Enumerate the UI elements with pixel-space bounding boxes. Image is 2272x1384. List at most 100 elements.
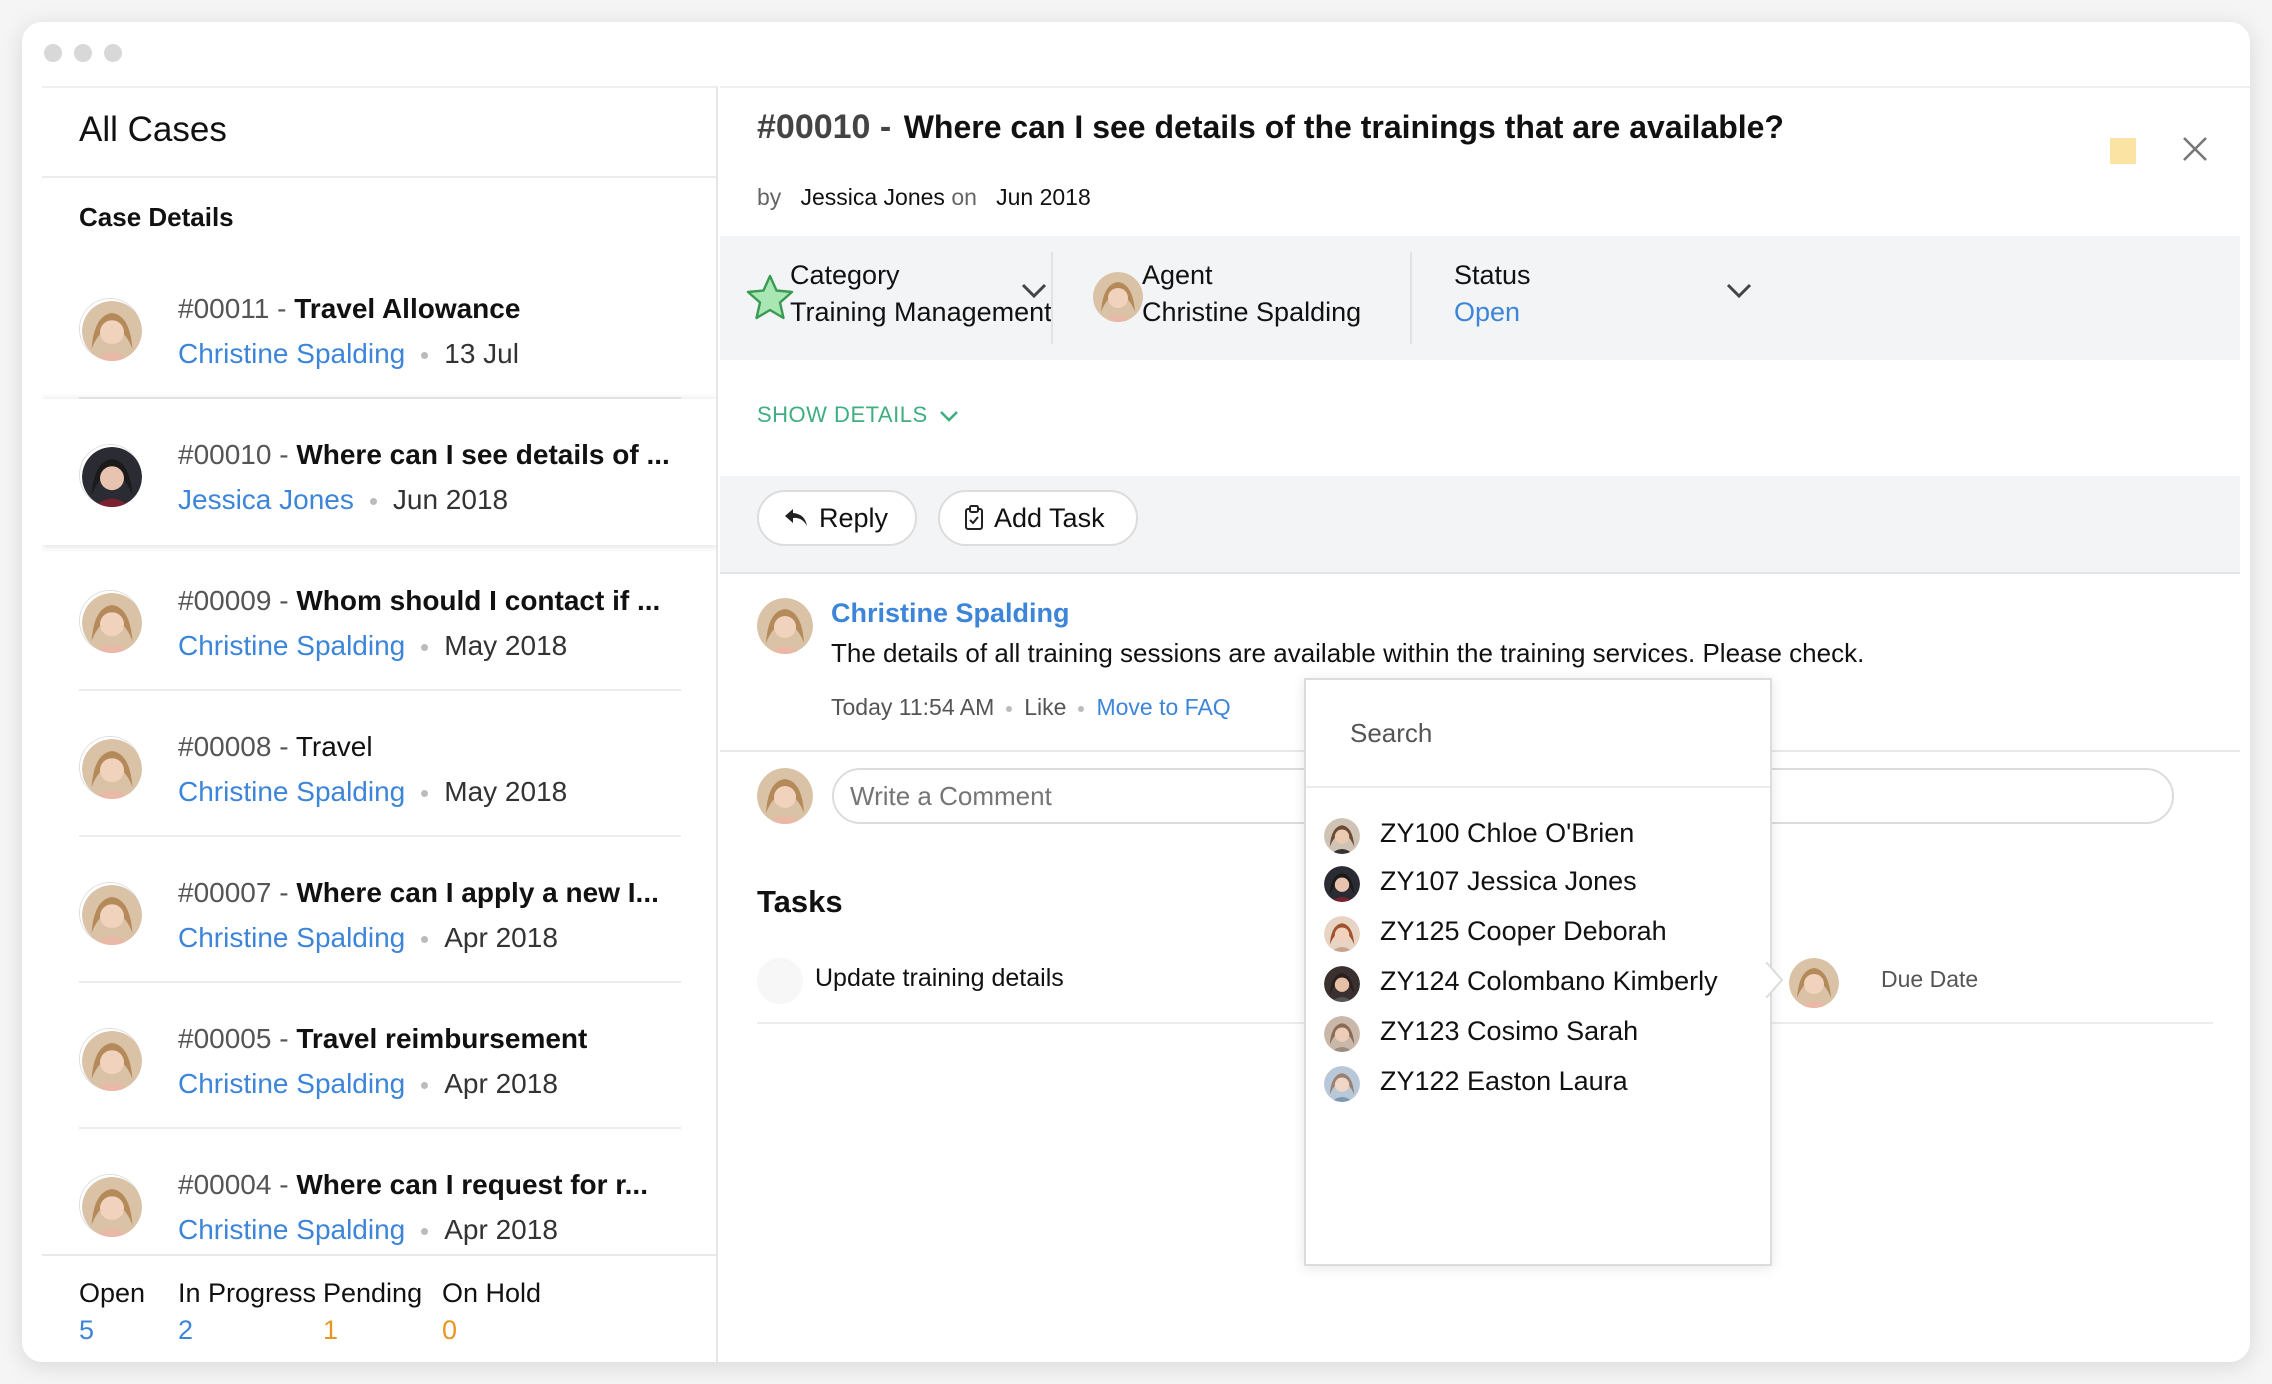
on-label: on bbox=[951, 184, 977, 210]
case-separator: - bbox=[279, 585, 289, 616]
case-agent[interactable]: Jessica Jones bbox=[178, 484, 354, 515]
case-subject: Where can I apply a new I... bbox=[296, 877, 659, 908]
agent-label: Agent bbox=[1142, 260, 1213, 290]
case-number: #00009 bbox=[178, 585, 272, 616]
bullet bbox=[421, 936, 429, 944]
status-value: Open bbox=[1454, 297, 1521, 327]
dropdown-item[interactable]: ZY124 Colombano Kimberly bbox=[1324, 958, 1754, 1008]
action-bar: Reply Add Task bbox=[720, 476, 2240, 574]
divider bbox=[1410, 252, 1412, 344]
task-due-date[interactable]: Due Date bbox=[1881, 966, 1978, 993]
status-open[interactable]: Open 5 bbox=[79, 1278, 145, 1346]
avatar-image bbox=[1324, 818, 1360, 854]
like-link[interactable]: Like bbox=[1024, 694, 1066, 720]
avatar-image bbox=[1324, 916, 1360, 952]
avatar bbox=[80, 1029, 142, 1091]
case-number: #00008 bbox=[178, 731, 272, 762]
case-item[interactable]: #00009 - Whom should I contact if ... Ch… bbox=[42, 545, 716, 691]
dropdown-search[interactable]: Search bbox=[1306, 680, 1770, 788]
case-number: #00007 bbox=[178, 877, 272, 908]
avatar-image bbox=[82, 593, 142, 653]
case-title: #00007 - Where can I apply a new I... bbox=[178, 877, 659, 909]
case-date: 13 Jul bbox=[444, 338, 519, 369]
task-checkbox[interactable] bbox=[757, 958, 803, 1004]
case-meta: Christine Spalding 13 Jul bbox=[178, 338, 519, 370]
show-details-toggle[interactable]: SHOW DETAILS bbox=[757, 402, 960, 428]
case-separator: - bbox=[279, 1023, 289, 1054]
case-agent[interactable]: Christine Spalding bbox=[178, 338, 405, 369]
dropdown-item[interactable]: ZY122 Easton Laura bbox=[1324, 1058, 1754, 1108]
status-in-progress[interactable]: In Progress 2 bbox=[178, 1278, 316, 1346]
case-item[interactable]: #00005 - Travel reimbursement Christine … bbox=[42, 983, 716, 1129]
search-placeholder: Search bbox=[1350, 718, 1433, 748]
case-meta: Christine Spalding Apr 2018 bbox=[178, 1068, 558, 1100]
case-date: Jun 2018 bbox=[392, 484, 509, 515]
case-agent[interactable]: Christine Spalding bbox=[178, 922, 405, 953]
avatar-image bbox=[82, 1031, 142, 1091]
case-agent[interactable]: Christine Spalding bbox=[178, 630, 405, 661]
status-on-hold[interactable]: On Hold 0 bbox=[442, 1278, 541, 1346]
category-label: Category bbox=[790, 260, 900, 290]
avatar bbox=[1324, 916, 1360, 952]
window-minimize-dot[interactable] bbox=[74, 44, 92, 62]
properties-bar: Category Training Management Agent Chris… bbox=[720, 236, 2240, 360]
divider bbox=[1051, 252, 1053, 344]
case-date: May 2018 bbox=[444, 776, 568, 807]
category-field[interactable]: Category Training Management bbox=[790, 260, 1052, 328]
by-label: by bbox=[757, 184, 782, 210]
task-assignee-avatar[interactable] bbox=[1789, 958, 1839, 1008]
status-label: Status bbox=[1454, 260, 1531, 290]
case-number: #00011 bbox=[178, 293, 270, 324]
comment-author[interactable]: Christine Spalding bbox=[831, 598, 1070, 629]
agent-avatar bbox=[1093, 272, 1143, 322]
case-subject: Travel reimbursement bbox=[296, 1023, 588, 1054]
comment-meta: Today 11:54 AM Like Move to FAQ bbox=[831, 694, 1231, 721]
tasks-title: Tasks bbox=[757, 884, 843, 919]
avatar bbox=[757, 768, 813, 824]
status-pending[interactable]: Pending 1 bbox=[323, 1278, 422, 1346]
window-maximize-dot[interactable] bbox=[104, 44, 122, 62]
dropdown-item[interactable]: ZY100 Chloe O'Brien bbox=[1324, 810, 1754, 860]
dropdown-item[interactable]: ZY107 Jessica Jones bbox=[1324, 858, 1754, 908]
dropdown-item-label: ZY124 Colombano Kimberly bbox=[1380, 966, 1718, 996]
case-item[interactable]: #00011 - Travel Allowance Christine Spal… bbox=[42, 253, 716, 399]
case-subject: Travel bbox=[295, 731, 373, 762]
close-icon[interactable] bbox=[2178, 132, 2212, 166]
ticket-author[interactable]: Jessica Jones bbox=[800, 184, 944, 210]
reply-button[interactable]: Reply bbox=[757, 490, 917, 546]
bullet bbox=[1078, 705, 1085, 712]
status-field[interactable]: Status Open bbox=[1454, 260, 1531, 328]
case-agent[interactable]: Christine Spalding bbox=[178, 1068, 405, 1099]
move-to-faq-link[interactable]: Move to FAQ bbox=[1096, 694, 1230, 720]
case-agent[interactable]: Christine Spalding bbox=[178, 776, 405, 807]
chevron-down-icon[interactable] bbox=[1725, 282, 1753, 300]
case-list-pane: All Cases Case Details #00011 - Travel A… bbox=[42, 86, 718, 1362]
case-date: Apr 2018 bbox=[444, 1068, 558, 1099]
window-close-dot[interactable] bbox=[44, 44, 62, 62]
add-task-button[interactable]: Add Task bbox=[938, 490, 1138, 546]
case-subject: Where can I see details of ... bbox=[296, 439, 670, 470]
show-details-label: SHOW DETAILS bbox=[757, 402, 928, 427]
agent-field[interactable]: Agent Christine Spalding bbox=[1142, 260, 1361, 328]
case-item[interactable]: #00008 - Travel Christine Spalding May 20… bbox=[42, 691, 716, 837]
app-window: All Cases Case Details #00011 - Travel A… bbox=[22, 22, 2250, 1362]
case-date: Apr 2018 bbox=[444, 922, 558, 953]
reply-icon bbox=[785, 509, 807, 526]
case-agent[interactable]: Christine Spalding bbox=[178, 1214, 405, 1245]
dropdown-item[interactable]: ZY125 Cooper Deborah bbox=[1324, 908, 1754, 958]
clipboard-icon bbox=[965, 505, 983, 530]
status-count: 1 bbox=[323, 1315, 339, 1345]
chevron-down-icon[interactable] bbox=[1020, 282, 1048, 300]
dropdown-item[interactable]: ZY123 Cosimo Sarah bbox=[1324, 1008, 1754, 1058]
avatar-image bbox=[82, 885, 142, 945]
case-number: #00010 bbox=[178, 439, 272, 470]
case-separator: - bbox=[279, 877, 289, 908]
case-date: May 2018 bbox=[444, 630, 568, 661]
case-title: #00010 - Where can I see details of ... bbox=[178, 439, 670, 471]
case-item[interactable]: #00007 - Where can I apply a new I... Ch… bbox=[42, 837, 716, 983]
reply-label: Reply bbox=[819, 502, 889, 533]
note-icon[interactable] bbox=[2110, 138, 2136, 164]
case-item[interactable]: #00010 - Where can I see details of ... … bbox=[42, 399, 716, 545]
case-title: #00009 - Whom should I contact if ... bbox=[178, 585, 660, 617]
case-number: #00005 bbox=[178, 1023, 272, 1054]
